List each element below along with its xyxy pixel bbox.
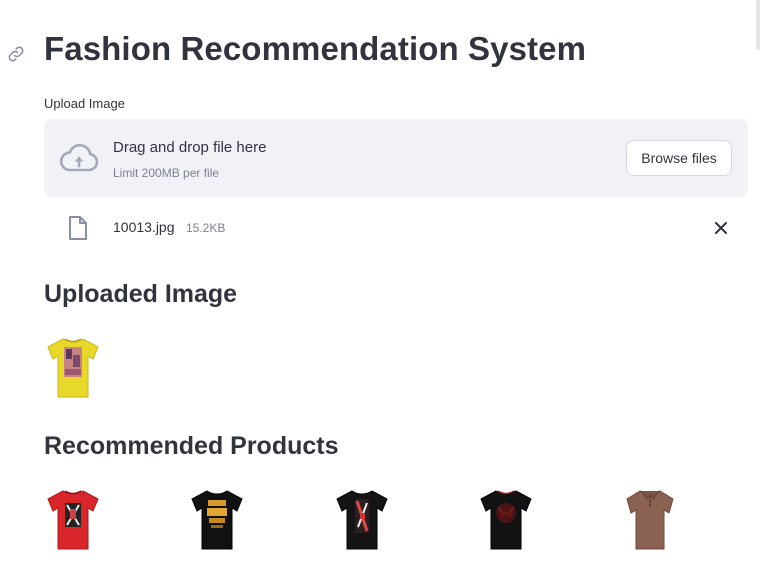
scrollbar[interactable] [756,0,760,50]
recommended-product [332,487,392,553]
recommended-product [43,487,103,553]
app-page: Fashion Recommendation System Upload Ima… [0,0,760,567]
dropzone-limit: Limit 200MB per file [113,166,220,180]
file-dropzone[interactable]: Drag and drop file here Limit 200MB per … [44,119,748,197]
browse-files-button[interactable]: Browse files [626,140,732,176]
file-icon [67,215,89,241]
uploaded-image-heading: Uploaded Image [44,280,238,308]
file-name: 10013.jpg [113,219,175,235]
page-title: Fashion Recommendation System [44,30,587,67]
recommended-products-heading: Recommended Products [44,432,339,460]
recommended-product [187,487,247,553]
file-size: 15.2KB [186,221,226,235]
cloud-upload-icon [59,143,99,173]
dropzone-instructions: Drag and drop file here [113,139,267,156]
upload-label: Upload Image [44,96,125,111]
recommended-product [620,487,680,553]
close-icon[interactable] [712,219,730,237]
uploaded-image [43,335,103,401]
uploaded-file-row: 10013.jpg 15.2KB [44,210,748,246]
recommended-product [476,487,536,553]
link-icon[interactable] [7,45,25,63]
